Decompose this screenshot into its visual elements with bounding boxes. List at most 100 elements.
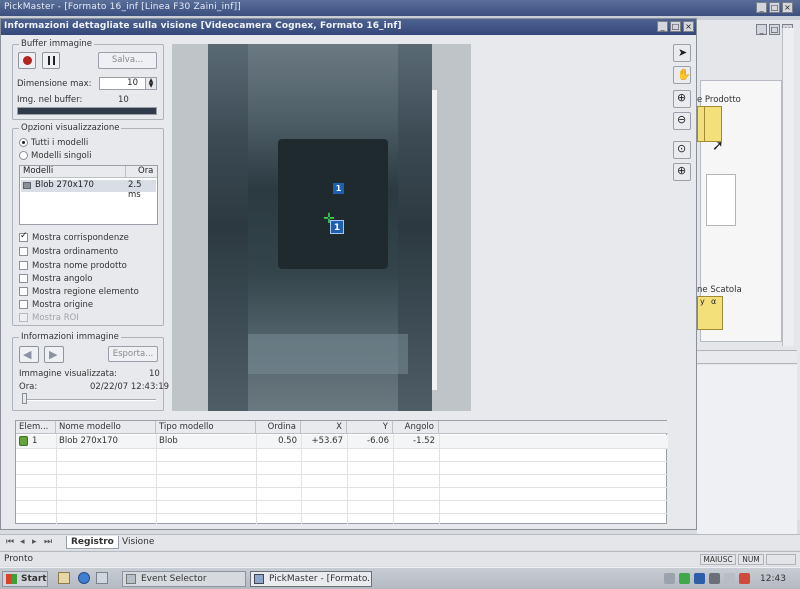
background-lower-area bbox=[697, 365, 797, 545]
checkbox-show-angle-label: Mostra angolo bbox=[32, 274, 93, 284]
task-event-selector-label: Event Selector bbox=[141, 574, 207, 584]
zoom-in-tool[interactable]: ⊕ bbox=[673, 90, 691, 108]
radio-all-models-label: Tutti i modelli bbox=[31, 138, 89, 148]
record-button[interactable] bbox=[18, 52, 36, 69]
tray-status-icon[interactable] bbox=[679, 573, 690, 584]
checkbox-show-roi-label: Mostra ROI bbox=[32, 313, 79, 323]
windows-logo-icon bbox=[6, 574, 17, 584]
dialog-titlebar[interactable]: Informazioni dettagliate sulla visione [… bbox=[1, 19, 696, 35]
tab-registro[interactable]: Registro bbox=[66, 536, 119, 549]
maximize-button[interactable]: □ bbox=[769, 2, 780, 13]
checkbox-show-product-name-label: Mostra nome prodotto bbox=[32, 261, 127, 271]
tray-monitor-icon[interactable] bbox=[724, 573, 735, 584]
tab-visione[interactable]: Visione bbox=[118, 536, 158, 549]
scroll-first-icon[interactable]: ⏮ bbox=[6, 537, 14, 547]
cell-order: 0.50 bbox=[278, 436, 297, 446]
record-icon bbox=[23, 56, 32, 65]
buffer-progress-bar bbox=[17, 107, 157, 115]
list-item[interactable]: Blob 270x170 2.5 ms bbox=[21, 180, 156, 200]
export-button[interactable]: Esporta... bbox=[108, 346, 158, 362]
taskbar: Start Event Selector PickMaster - [Forma… bbox=[0, 567, 800, 589]
show-desktop-icon[interactable] bbox=[58, 572, 70, 584]
col-header-model-type[interactable]: Tipo modello bbox=[156, 421, 256, 434]
images-in-buffer-label: Img. nel buffer: bbox=[17, 95, 83, 105]
pause-icon bbox=[48, 56, 50, 65]
models-list-header-model[interactable]: Modelli bbox=[20, 166, 126, 178]
mouse-cursor-icon: ➚ bbox=[712, 138, 724, 154]
checkbox-show-sorting-label: Mostra ordinamento bbox=[32, 247, 119, 257]
background-frame bbox=[706, 174, 736, 226]
cell-x: +53.67 bbox=[311, 436, 343, 446]
dialog-close-button[interactable]: × bbox=[683, 21, 694, 32]
dialog-minimize-button[interactable]: _ bbox=[657, 21, 668, 32]
col-header-order[interactable]: Ordina bbox=[256, 421, 301, 434]
col-header-element[interactable]: Elem... bbox=[16, 421, 56, 434]
scroll-last-icon[interactable]: ⏭ bbox=[44, 537, 52, 547]
dialog-maximize-button[interactable]: □ bbox=[670, 21, 681, 32]
task-pickmaster[interactable]: PickMaster - [Formato... bbox=[250, 571, 372, 587]
checkbox-show-angle[interactable] bbox=[19, 274, 28, 283]
save-button[interactable]: Salva... bbox=[98, 52, 157, 69]
detected-object bbox=[278, 139, 388, 269]
background-scrollbar[interactable] bbox=[782, 28, 794, 346]
zoom-out-icon: ⊖ bbox=[677, 113, 687, 126]
browser-icon[interactable] bbox=[78, 572, 90, 584]
quicklaunch-icon[interactable] bbox=[96, 572, 108, 584]
panel-minimize-button[interactable]: _ bbox=[756, 24, 767, 35]
checkbox-show-sorting[interactable] bbox=[19, 247, 28, 256]
col-header-empty bbox=[439, 421, 668, 434]
radio-single-models[interactable] bbox=[19, 151, 28, 160]
pan-tool[interactable]: ✋ bbox=[673, 66, 691, 84]
tray-network-icon[interactable] bbox=[664, 573, 675, 584]
event-selector-icon bbox=[126, 574, 136, 584]
previous-image-button[interactable]: ◀ bbox=[19, 346, 39, 363]
models-list-header-time[interactable]: Ora bbox=[126, 166, 157, 178]
next-image-button[interactable]: ▶ bbox=[44, 346, 64, 363]
task-event-selector[interactable]: Event Selector bbox=[122, 571, 246, 587]
model-time: 2.5 ms bbox=[128, 180, 142, 200]
checkbox-show-origin[interactable] bbox=[19, 300, 28, 309]
status-empty-cell bbox=[766, 554, 796, 565]
image-slider-track[interactable] bbox=[22, 399, 156, 401]
cell-element: 1 bbox=[32, 436, 38, 446]
close-button[interactable]: × bbox=[782, 2, 793, 13]
col-header-y[interactable]: Y bbox=[347, 421, 393, 434]
displayed-image-value: 10 bbox=[149, 369, 160, 379]
checkbox-show-matches-label: Mostra corrispondenze bbox=[32, 233, 129, 243]
checkbox-show-matches[interactable]: ✓ bbox=[19, 231, 28, 242]
match-marker-1: 1 bbox=[333, 183, 344, 194]
zoom-reset-icon: ⊕ bbox=[677, 164, 687, 177]
camera-image[interactable] bbox=[208, 44, 432, 411]
image-slider-thumb[interactable] bbox=[22, 393, 27, 404]
background-table-header bbox=[697, 350, 797, 364]
tabs-bar: ⏮ ◂ ▸ ⏭ Registro Visione bbox=[0, 534, 800, 550]
cell-model-name: Blob 270x170 bbox=[59, 436, 118, 446]
start-button[interactable]: Start bbox=[2, 571, 48, 587]
scroll-prev-icon[interactable]: ◂ bbox=[20, 537, 25, 547]
cell-model-type: Blob bbox=[159, 436, 178, 446]
pause-button[interactable] bbox=[42, 52, 60, 69]
checkbox-show-roi[interactable] bbox=[19, 313, 28, 322]
checkbox-show-origin-label: Mostra origine bbox=[32, 300, 94, 310]
radio-all-models[interactable] bbox=[19, 138, 28, 147]
zoom-out-tool[interactable]: ⊖ bbox=[673, 112, 691, 130]
zoom-fit-tool[interactable]: ⊙ bbox=[673, 141, 691, 159]
col-y-label: y bbox=[700, 297, 705, 306]
col-header-model-name[interactable]: Nome modello bbox=[56, 421, 156, 434]
col-header-x[interactable]: X bbox=[301, 421, 347, 434]
col-header-angle[interactable]: Angolo bbox=[393, 421, 439, 434]
minimize-button[interactable]: _ bbox=[756, 2, 767, 13]
pointer-tool[interactable]: ➤ bbox=[673, 44, 691, 62]
tray-alert-icon[interactable] bbox=[739, 573, 750, 584]
checkbox-show-element-region[interactable] bbox=[19, 287, 28, 296]
time-label: Ora: bbox=[19, 382, 38, 392]
zoom-reset-tool[interactable]: ⊕ bbox=[673, 163, 691, 181]
panel-restore-button[interactable]: □ bbox=[769, 24, 780, 35]
task-pickmaster-label: PickMaster - [Formato... bbox=[269, 574, 372, 584]
max-size-label: Dimensione max: bbox=[17, 79, 92, 89]
checkbox-show-product-name[interactable] bbox=[19, 261, 28, 270]
tray-language-icon[interactable] bbox=[694, 573, 705, 584]
tray-device-icon[interactable] bbox=[709, 573, 720, 584]
max-size-spinner[interactable]: ▲ ▼ bbox=[145, 78, 156, 89]
scroll-next-icon[interactable]: ▸ bbox=[32, 537, 37, 547]
